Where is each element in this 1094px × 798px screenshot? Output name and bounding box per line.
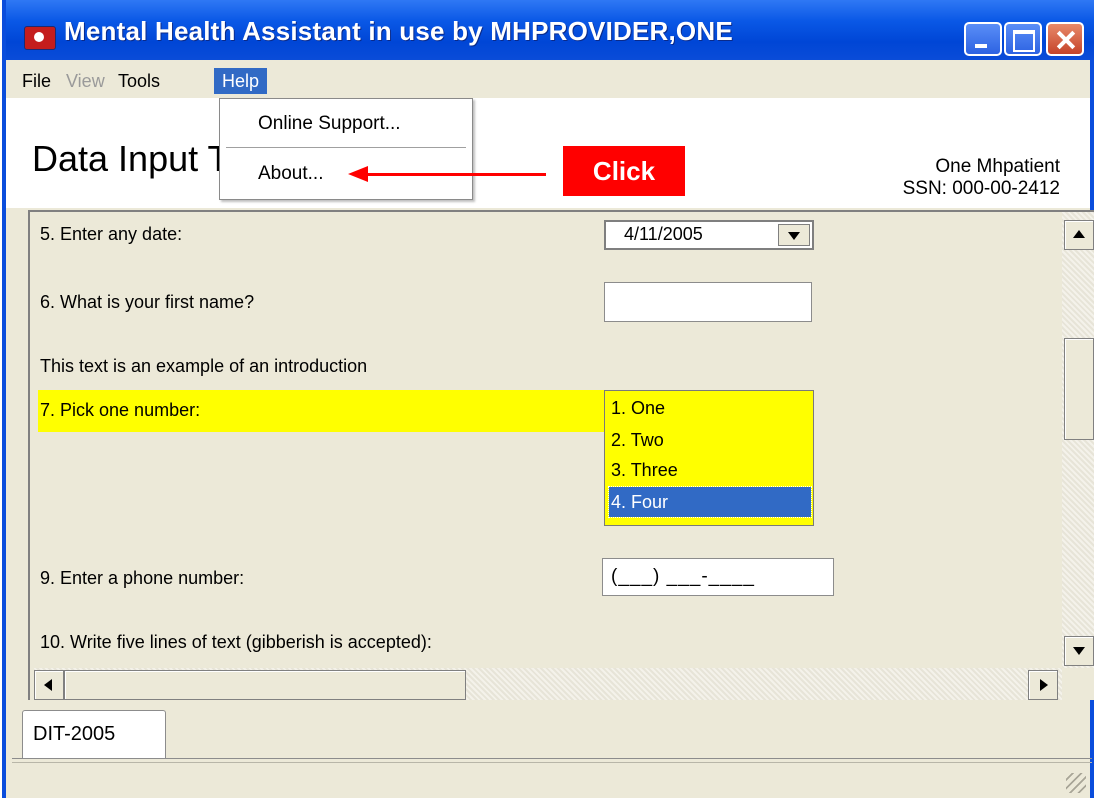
chevron-down-icon[interactable]: [778, 224, 810, 246]
phone-input[interactable]: (___) ___-____: [602, 558, 834, 596]
list-item[interactable]: 2. Two: [609, 425, 811, 455]
menu-tools[interactable]: Tools: [110, 68, 168, 94]
q6-label: 6. What is your first name?: [40, 292, 255, 312]
help-dropdown-menu: Online Support... About...: [219, 98, 473, 200]
tab-dit-2005[interactable]: DIT-2005: [22, 710, 166, 758]
title-bar[interactable]: Mental Health Assistant in use by MHPROV…: [6, 0, 1094, 60]
window-title: Mental Health Assistant in use by MHPROV…: [64, 16, 733, 46]
scroll-right-icon[interactable]: [1028, 670, 1058, 700]
menu-file[interactable]: File: [14, 68, 59, 94]
scroll-up-icon[interactable]: [1064, 220, 1094, 250]
q5-label: 5. Enter any date:: [40, 224, 183, 244]
menu-view[interactable]: View: [58, 68, 113, 94]
horizontal-scroll-thumb[interactable]: [64, 670, 466, 700]
phone-mask: (___) ___-____: [611, 566, 755, 587]
q9-label: 9. Enter a phone number:: [40, 568, 245, 588]
arrow-head: [348, 166, 368, 182]
list-item[interactable]: 3. Three: [609, 455, 811, 485]
date-picker[interactable]: 4/11/2005: [604, 220, 814, 250]
vertical-scroll-thumb[interactable]: [1064, 338, 1094, 440]
menu-item-about[interactable]: About...: [258, 163, 324, 185]
minimize-button[interactable]: [964, 22, 1002, 56]
app-icon[interactable]: [24, 26, 56, 50]
resize-grip-icon[interactable]: [1066, 773, 1086, 793]
menu-help[interactable]: Help: [214, 68, 268, 94]
form-scroll-area: 5. Enter any date: 4/11/2005 6. What is …: [28, 210, 1094, 700]
menu-separator: [226, 147, 466, 149]
q7-label: 7. Pick one number:: [40, 400, 201, 420]
app-window: Mental Health Assistant in use by MHPROV…: [2, 0, 1094, 798]
list-item[interactable]: 1. One: [609, 393, 811, 423]
q10-label: 10. Write five lines of text (gibberish …: [40, 632, 432, 652]
status-bar: [12, 762, 1092, 797]
list-item-selected[interactable]: 4. Four: [608, 486, 812, 518]
close-button[interactable]: [1046, 22, 1084, 56]
header-panel: Data Input T One Mhpatient SSN: 000-00-2…: [6, 98, 1090, 208]
scroll-left-icon[interactable]: [34, 670, 64, 700]
tab-strip: DIT-2005: [12, 710, 1092, 759]
horizontal-scrollbar[interactable]: [34, 668, 1062, 700]
patient-ssn: SSN: 000-00-2412: [902, 178, 1060, 199]
date-value: 4/11/2005: [624, 224, 703, 244]
click-callout: Click: [563, 146, 685, 196]
menu-item-online-support[interactable]: Online Support...: [258, 113, 401, 135]
first-name-input[interactable]: [604, 282, 812, 322]
scroll-down-icon[interactable]: [1064, 636, 1094, 666]
patient-name: One Mhpatient: [935, 156, 1060, 177]
page-title: Data Input T: [32, 138, 230, 179]
vertical-scrollbar[interactable]: [1062, 212, 1094, 668]
intro-text: This text is an example of an introducti…: [40, 356, 368, 376]
menu-bar: File View Tools Help: [6, 64, 1090, 98]
maximize-button[interactable]: [1004, 22, 1042, 56]
q7-listbox[interactable]: 1. One 2. Two 3. Three 4. Four: [604, 390, 814, 526]
annotation-arrow: [366, 173, 546, 176]
